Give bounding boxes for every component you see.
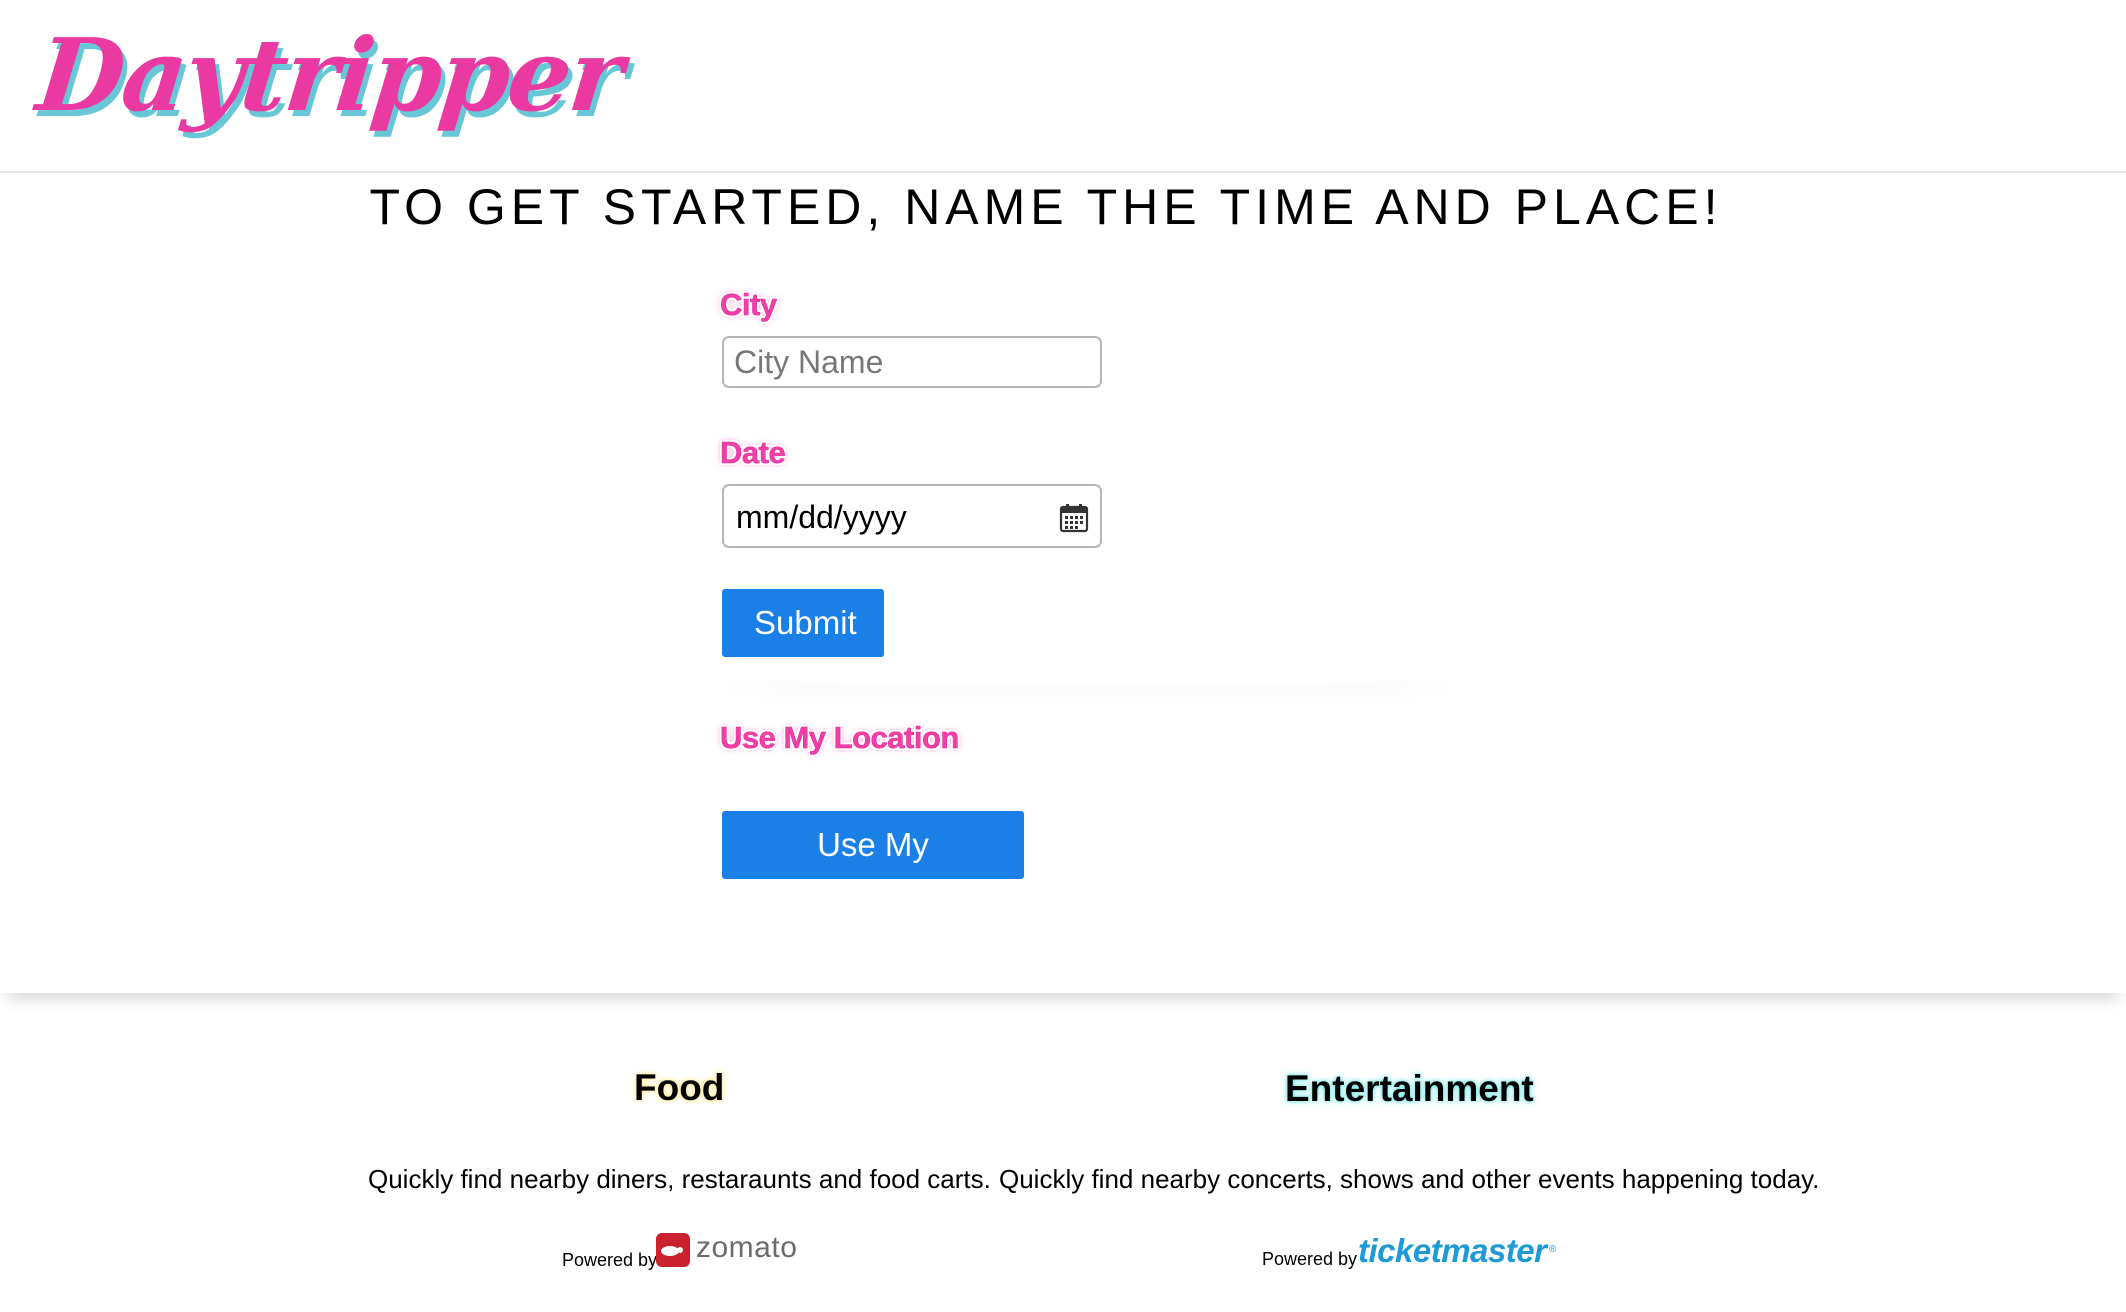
date-label: Date: [720, 435, 786, 471]
calendar-icon[interactable]: [1058, 502, 1090, 534]
zomato-logo-icon[interactable]: [656, 1233, 690, 1267]
form-divider: [722, 663, 1452, 685]
entertainment-description: Quickly find nearby concerts, shows and …: [999, 1164, 1820, 1194]
use-location-label: Use My Location: [720, 720, 960, 756]
page-title: TO GET STARTED, NAME THE TIME AND PLACE!: [369, 179, 1723, 235]
zomato-brand[interactable]: zomato: [696, 1230, 797, 1266]
food-title: Food: [634, 1067, 725, 1108]
food-powered-by: Powered by: [562, 1250, 658, 1270]
date-input-value: mm/dd/yyyy: [736, 499, 907, 535]
daytripper-logo[interactable]: Daytripper: [31, 10, 627, 140]
entertainment-powered-by: Powered by: [1262, 1249, 1358, 1269]
food-description: Quickly find nearby diners, restaraunts …: [368, 1164, 991, 1194]
site-header: Daytripper: [0, 0, 2126, 173]
ticketmaster-brand[interactable]: ticketmaster: [1358, 1231, 1547, 1271]
search-panel: TO GET STARTED, NAME THE TIME AND PLACE!…: [0, 175, 2126, 993]
ticketmaster-registered-mark: ®: [1549, 1244, 1557, 1255]
date-input[interactable]: mm/dd/yyyy: [722, 484, 1102, 548]
city-label: City: [720, 287, 778, 323]
city-input[interactable]: [722, 336, 1102, 388]
use-location-button[interactable]: Use My Location: [722, 811, 1024, 931]
submit-button[interactable]: Submit: [722, 589, 884, 657]
entertainment-title: Entertainment: [1285, 1068, 1534, 1109]
